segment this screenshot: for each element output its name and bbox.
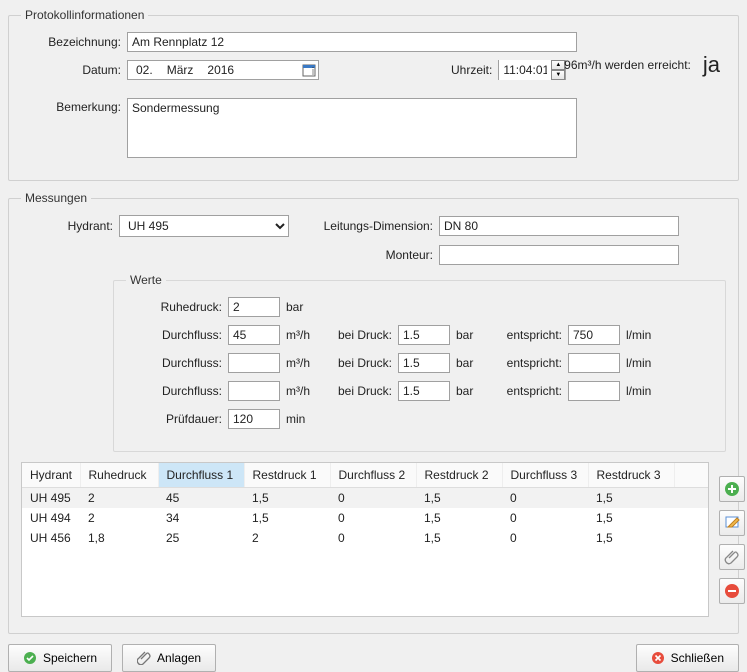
col-hydrant[interactable]: Hydrant: [22, 463, 80, 487]
uhrzeit-input-wrap[interactable]: ▲ ▼: [498, 60, 566, 80]
close-circle-icon: [651, 651, 665, 665]
protokoll-legend: Protokollinformationen: [21, 8, 148, 22]
hydrant-select[interactable]: UH 495: [119, 215, 289, 237]
minus-circle-icon: [724, 583, 740, 599]
bei-druck-label: bei Druck:: [328, 356, 392, 370]
table-row[interactable]: UH 4952451,501,501,5: [22, 487, 709, 508]
delete-row-button[interactable]: [719, 578, 745, 604]
durchfluss-label: Durchfluss:: [146, 384, 222, 398]
col-restdruck-3[interactable]: Restdruck 3: [588, 463, 674, 487]
unit-bar: bar: [456, 328, 492, 342]
durchfluss-1-input[interactable]: [228, 325, 280, 345]
edit-row-button[interactable]: [719, 510, 745, 536]
status-row: 96m³/h werden erreicht: ja: [564, 52, 720, 78]
werte-legend: Werte: [126, 273, 166, 287]
add-row-button[interactable]: [719, 476, 745, 502]
pruefdauer-label: Prüfdauer:: [146, 412, 222, 426]
unit-lmin: l/min: [626, 328, 651, 342]
paperclip-icon: [724, 549, 740, 565]
datum-label: Datum:: [21, 63, 121, 77]
bei-druck-label: bei Druck:: [328, 328, 392, 342]
protokoll-fieldset: Protokollinformationen 96m³/h werden err…: [8, 8, 739, 181]
entspricht-2-input[interactable]: [568, 353, 620, 373]
durchfluss-label: Durchfluss:: [146, 356, 222, 370]
entspricht-label: entspricht:: [498, 384, 562, 398]
uhrzeit-input[interactable]: [499, 60, 551, 80]
status-text: 96m³/h werden erreicht:: [564, 58, 691, 72]
unit-lmin: l/min: [626, 356, 651, 370]
speichern-label: Speichern: [43, 651, 97, 665]
attach-button[interactable]: [719, 544, 745, 570]
leitungs-label: Leitungs-Dimension:: [321, 219, 433, 233]
durchfluss-label: Durchfluss:: [146, 328, 222, 342]
calendar-icon[interactable]: [300, 63, 314, 77]
col-durchfluss-2[interactable]: Durchfluss 2: [330, 463, 416, 487]
druck-1-input[interactable]: [398, 325, 450, 345]
table-row[interactable]: UH 4942341,501,501,5: [22, 508, 709, 528]
hydrant-label: Hydrant:: [21, 219, 113, 233]
werte-fieldset: Werte Ruhedruck: bar Durchfluss: m³/h bei …: [113, 273, 726, 452]
pruefdauer-input[interactable]: [228, 409, 280, 429]
anlagen-button[interactable]: Anlagen: [122, 644, 216, 672]
table-row[interactable]: UH 4561,825201,501,5: [22, 528, 709, 548]
unit-m3h: m³/h: [286, 328, 322, 342]
speichern-button[interactable]: Speichern: [8, 644, 112, 672]
entspricht-label: entspricht:: [498, 356, 562, 370]
col-restdruck-2[interactable]: Restdruck 2: [416, 463, 502, 487]
ruhedruck-input[interactable]: [228, 297, 280, 317]
col-durchfluss-1[interactable]: Durchfluss 1: [158, 463, 244, 487]
druck-2-input[interactable]: [398, 353, 450, 373]
check-circle-icon: [23, 651, 37, 665]
ruhedruck-label: Ruhedruck:: [146, 300, 222, 314]
status-value: ja: [703, 52, 720, 78]
unit-lmin: l/min: [626, 384, 651, 398]
unit-m3h: m³/h: [286, 384, 322, 398]
leitungs-input[interactable]: [439, 216, 679, 236]
edit-icon: [724, 515, 740, 531]
unit-bar: bar: [286, 300, 303, 314]
messungen-fieldset: Messungen Hydrant: UH 495 Leitungs-Dimen…: [8, 191, 739, 634]
schliessen-button[interactable]: Schließen: [636, 644, 739, 672]
durchfluss-3-input[interactable]: [228, 381, 280, 401]
col-ruhedruck[interactable]: Ruhedruck: [80, 463, 158, 487]
monteur-label: Monteur:: [321, 248, 433, 262]
anlagen-label: Anlagen: [157, 651, 201, 665]
paperclip-icon: [137, 651, 151, 665]
messungen-legend: Messungen: [21, 191, 91, 205]
entspricht-1-input[interactable]: [568, 325, 620, 345]
bemerkung-label: Bemerkung:: [21, 98, 121, 114]
uhrzeit-label: Uhrzeit:: [451, 63, 492, 77]
bei-druck-label: bei Druck:: [328, 384, 392, 398]
unit-bar: bar: [456, 356, 492, 370]
druck-3-input[interactable]: [398, 381, 450, 401]
monteur-input[interactable]: [439, 245, 679, 265]
col-durchfluss-3[interactable]: Durchfluss 3: [502, 463, 588, 487]
bezeichnung-input[interactable]: [127, 32, 577, 52]
bezeichnung-label: Bezeichnung:: [21, 35, 121, 49]
messungen-table[interactable]: HydrantRuhedruckDurchfluss 1Restdruck 1D…: [21, 462, 709, 617]
unit-m3h: m³/h: [286, 356, 322, 370]
unit-min: min: [286, 412, 305, 426]
schliessen-label: Schließen: [671, 651, 724, 665]
datum-picker[interactable]: 02. März 2016: [127, 60, 319, 80]
col-restdruck-1[interactable]: Restdruck 1: [244, 463, 330, 487]
unit-bar: bar: [456, 384, 492, 398]
plus-circle-icon: [724, 481, 740, 497]
bemerkung-textarea[interactable]: Sondermessung: [127, 98, 577, 158]
durchfluss-2-input[interactable]: [228, 353, 280, 373]
entspricht-3-input[interactable]: [568, 381, 620, 401]
entspricht-label: entspricht:: [498, 328, 562, 342]
